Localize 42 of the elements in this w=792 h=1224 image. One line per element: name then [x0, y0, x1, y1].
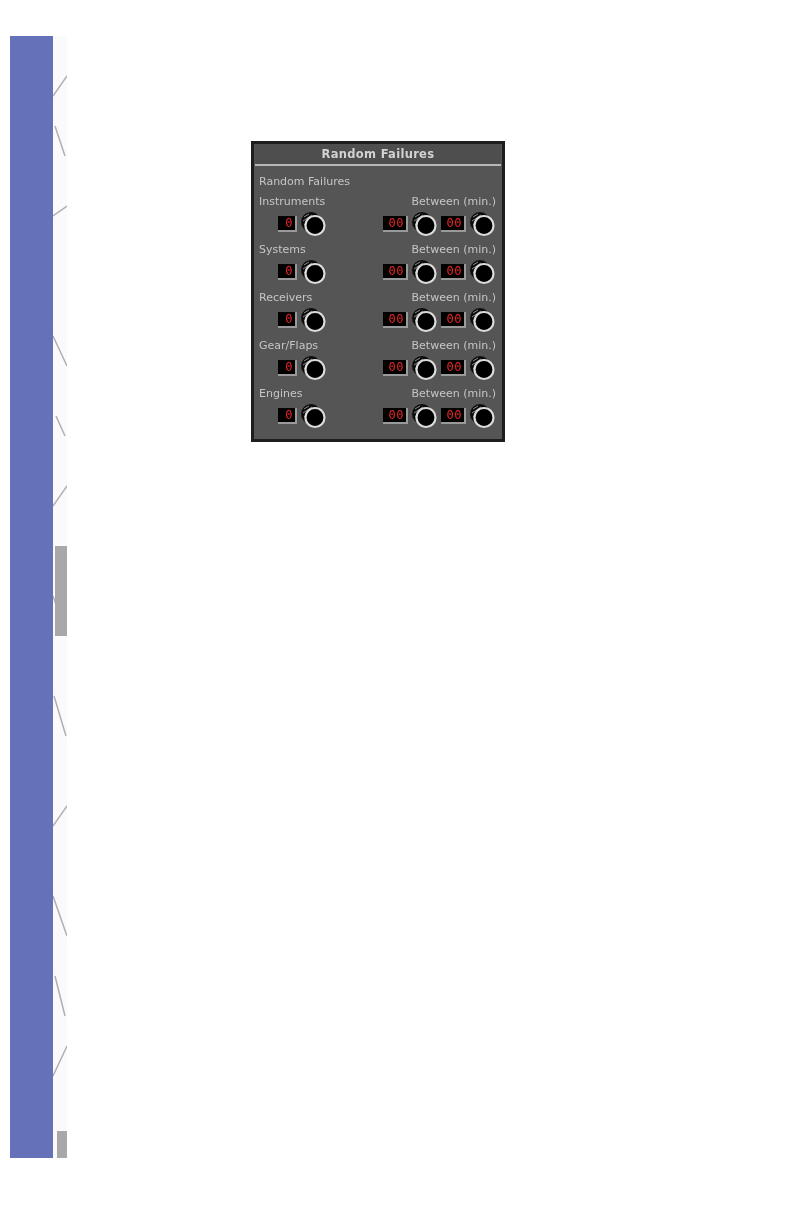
minutes-display: 00: [441, 408, 466, 424]
knob-icon[interactable]: [411, 403, 438, 429]
knob-icon[interactable]: [300, 259, 327, 285]
knob-icon[interactable]: [469, 259, 496, 285]
knob-icon[interactable]: [469, 403, 496, 429]
panel-title: Random Failures: [255, 144, 501, 166]
minutes-display: 00: [441, 216, 466, 232]
knob-icon[interactable]: [300, 211, 327, 237]
failure-category-label: Receivers: [259, 290, 313, 304]
between-label: Between (min.): [411, 290, 496, 304]
knob-icon[interactable]: [469, 211, 496, 237]
knob-icon[interactable]: [300, 355, 327, 381]
between-label: Between (min.): [411, 386, 496, 400]
knob-icon[interactable]: [411, 307, 438, 333]
minutes-display: 00: [383, 408, 408, 424]
knob-icon[interactable]: [411, 211, 438, 237]
minutes-display: 00: [441, 264, 466, 280]
count-display: 0: [278, 264, 297, 280]
minutes-display: 00: [383, 360, 408, 376]
knob-icon[interactable]: [469, 355, 496, 381]
minutes-display: 00: [441, 360, 466, 376]
failure-category-label: Gear/Flaps: [259, 338, 319, 352]
knob-icon[interactable]: [300, 403, 327, 429]
count-display: 0: [278, 408, 297, 424]
count-display: 0: [278, 216, 297, 232]
minutes-display: 00: [383, 264, 408, 280]
count-display: 0: [278, 312, 297, 328]
knob-icon[interactable]: [411, 259, 438, 285]
between-label: Between (min.): [411, 338, 496, 352]
count-display: 0: [278, 360, 297, 376]
minutes-display: 00: [383, 312, 408, 328]
failure-category-label: Instruments: [259, 194, 326, 208]
between-label: Between (min.): [411, 194, 496, 208]
minutes-display: 00: [383, 216, 408, 232]
failure-category-label: Systems: [259, 242, 306, 256]
between-label: Between (min.): [411, 242, 496, 256]
knob-icon[interactable]: [469, 307, 496, 333]
section-heading: Random Failures: [259, 174, 351, 190]
knob-icon[interactable]: [411, 355, 438, 381]
failure-category-label: Engines: [259, 386, 303, 400]
knob-icon[interactable]: [300, 307, 327, 333]
minutes-display: 00: [441, 312, 466, 328]
